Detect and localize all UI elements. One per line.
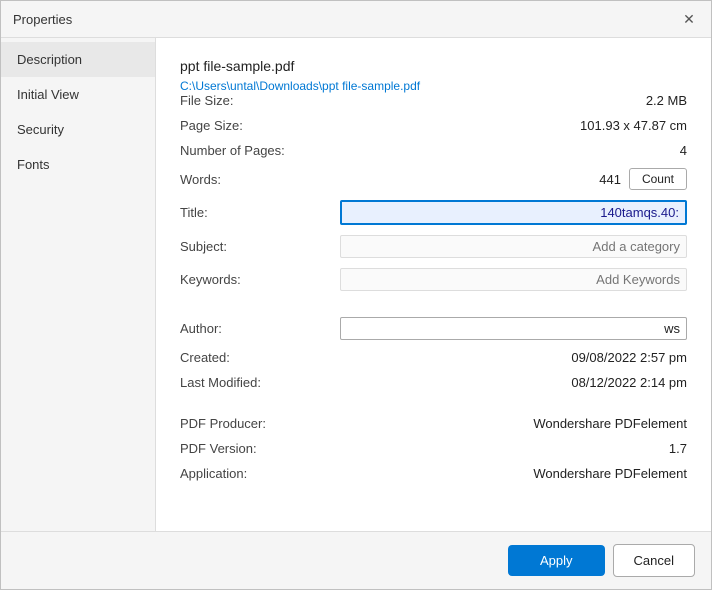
content-area: ppt file-sample.pdf C:\Users\untal\Downl… (156, 38, 711, 531)
sidebar: Description Initial View Security Fonts (1, 38, 156, 531)
pdf-version-label: PDF Version: (180, 441, 340, 456)
created-label: Created: (180, 350, 340, 365)
apply-button[interactable]: Apply (508, 545, 605, 576)
sidebar-item-fonts[interactable]: Fonts (1, 147, 155, 182)
file-path[interactable]: C:\Users\untal\Downloads\ppt file-sample… (180, 79, 420, 93)
keywords-row: Keywords: (180, 268, 687, 291)
sidebar-item-initial-view[interactable]: Initial View (1, 77, 155, 112)
application-label: Application: (180, 466, 340, 481)
num-pages-row: Number of Pages: 4 (180, 143, 687, 158)
title-bar: Properties ✕ (1, 1, 711, 38)
pdf-producer-label: PDF Producer: (180, 416, 340, 431)
count-button[interactable]: Count (629, 168, 687, 190)
dialog-footer: Apply Cancel (1, 531, 711, 589)
close-button[interactable]: ✕ (679, 9, 699, 29)
subject-label: Subject: (180, 239, 340, 254)
title-row: Title: (180, 200, 687, 225)
file-size-label: File Size: (180, 93, 340, 108)
dialog-title: Properties (13, 12, 72, 27)
cancel-button[interactable]: Cancel (613, 544, 695, 577)
title-label: Title: (180, 205, 340, 220)
pdf-version-value: 1.7 (340, 441, 687, 456)
keywords-label: Keywords: (180, 272, 340, 287)
sidebar-item-security[interactable]: Security (1, 112, 155, 147)
pdf-producer-value: Wondershare PDFelement (340, 416, 687, 431)
page-size-value: 101.93 x 47.87 cm (340, 118, 687, 133)
file-size-row: File Size: 2.2 MB (180, 93, 687, 108)
page-size-row: Page Size: 101.93 x 47.87 cm (180, 118, 687, 133)
properties-dialog: Properties ✕ Description Initial View Se… (0, 0, 712, 590)
page-size-label: Page Size: (180, 118, 340, 133)
words-row: Words: 441 Count (180, 168, 687, 190)
last-modified-label: Last Modified: (180, 375, 340, 390)
pdf-version-row: PDF Version: 1.7 (180, 441, 687, 456)
file-name: ppt file-sample.pdf (180, 58, 687, 74)
subject-row: Subject: (180, 235, 687, 258)
last-modified-row: Last Modified: 08/12/2022 2:14 pm (180, 375, 687, 390)
sidebar-item-description[interactable]: Description (1, 42, 155, 77)
num-pages-value: 4 (340, 143, 687, 158)
author-input[interactable] (340, 317, 687, 340)
author-label: Author: (180, 321, 340, 336)
created-row: Created: 09/08/2022 2:57 pm (180, 350, 687, 365)
subject-input[interactable] (340, 235, 687, 258)
application-value: Wondershare PDFelement (340, 466, 687, 481)
application-row: Application: Wondershare PDFelement (180, 466, 687, 481)
pdf-producer-row: PDF Producer: Wondershare PDFelement (180, 416, 687, 431)
dialog-body: Description Initial View Security Fonts … (1, 38, 711, 531)
words-label: Words: (180, 172, 340, 187)
file-size-value: 2.2 MB (340, 93, 687, 108)
words-value: 441 (340, 172, 621, 187)
num-pages-label: Number of Pages: (180, 143, 340, 158)
created-value: 09/08/2022 2:57 pm (340, 350, 687, 365)
last-modified-value: 08/12/2022 2:14 pm (340, 375, 687, 390)
author-row: Author: (180, 317, 687, 340)
title-input[interactable] (340, 200, 687, 225)
keywords-input[interactable] (340, 268, 687, 291)
